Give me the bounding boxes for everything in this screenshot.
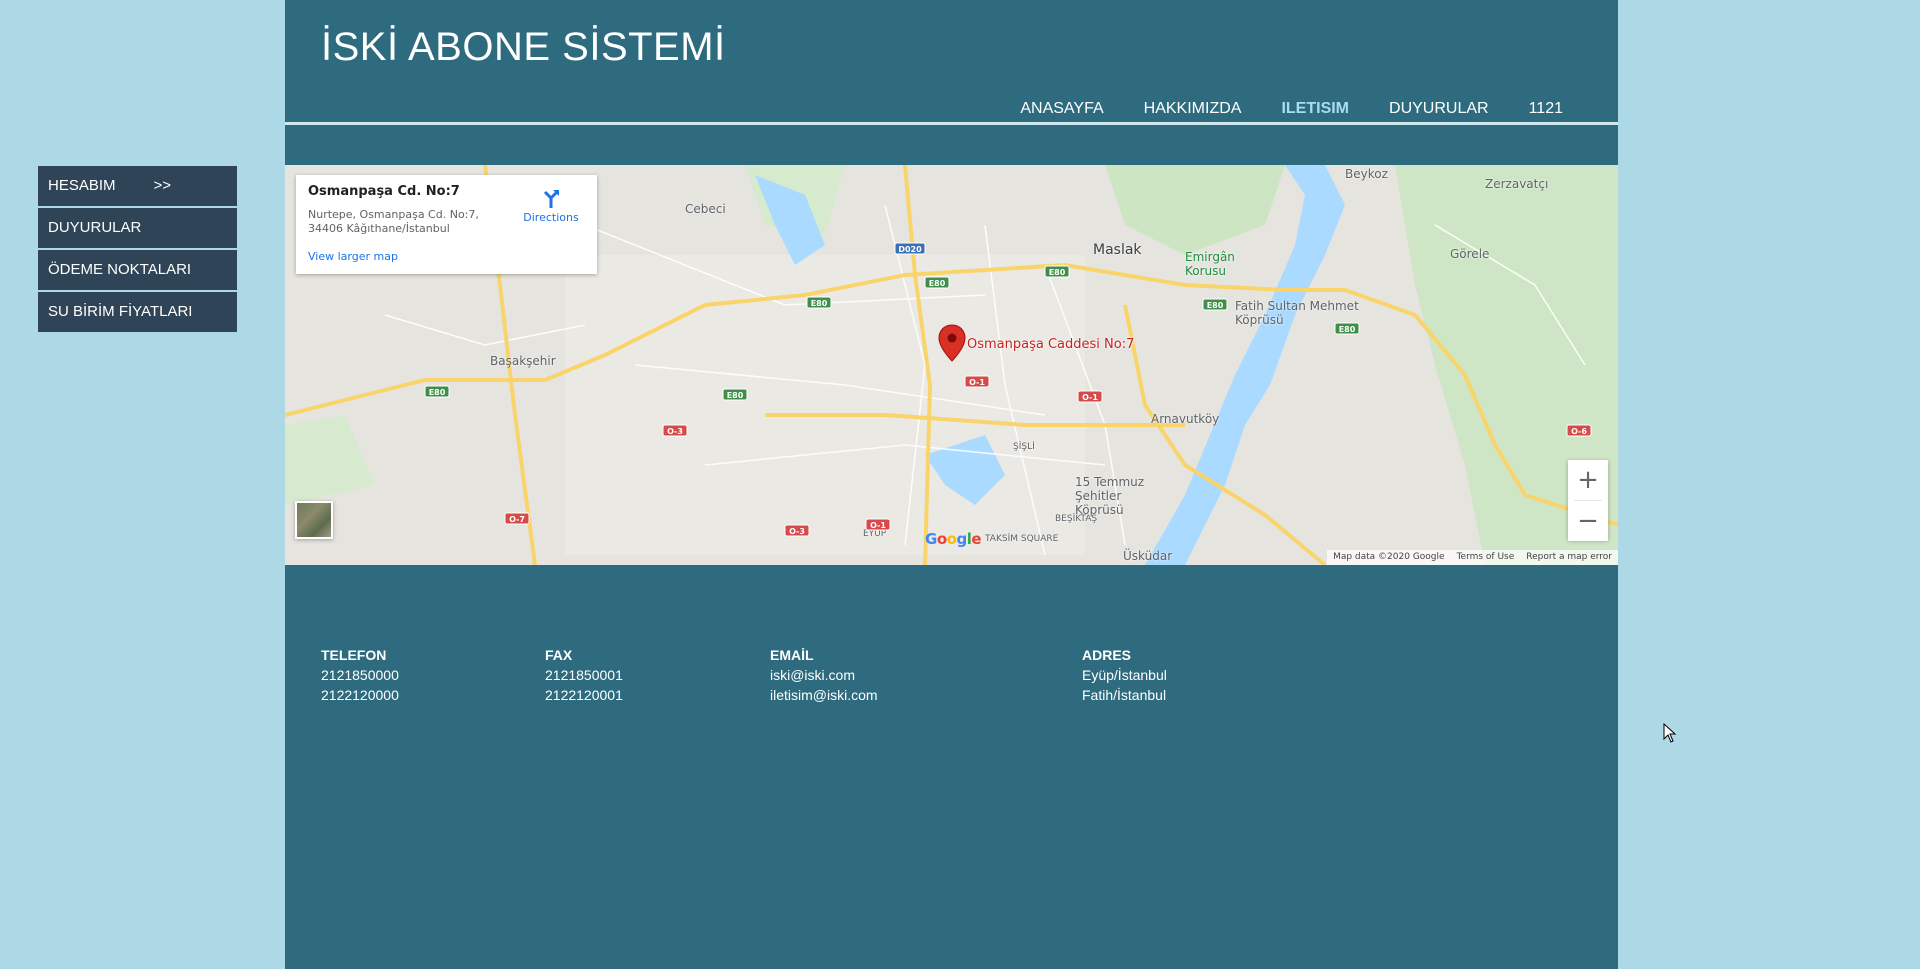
sidebar-item-hesabim[interactable]: HESABIM >> [38,166,237,206]
pin-label: Osmanpaşa Caddesi No:7 [967,337,1135,352]
address-line: 34406 Kâğıthane/İstanbul [308,222,450,235]
phone-number: 2121850000 [321,667,399,683]
report-map-error-link[interactable]: Report a map error [1526,551,1612,565]
map-place-label: Zerzavatçı [1485,177,1549,191]
nav-hakkimizda[interactable]: HAKKIMIZDA [1144,100,1242,118]
map-data-credit: Map data ©2020 Google [1333,552,1445,562]
email-address: iski@iski.com [770,667,855,683]
phone-number: 2122120000 [321,687,399,703]
nav-duyurular[interactable]: DUYURULAR [1389,100,1489,118]
contact-telefon: TELEFON 2121850000 2122120000 [321,645,399,705]
map-place-label: Başakşehir [490,354,556,368]
sidebar-item-label: ÖDEME NOKTALARI [48,261,192,278]
sidebar-item-label: DUYURULAR [48,219,142,236]
expand-arrow-icon: >> [153,177,172,194]
map-place-label: TAKSİM SQUARE [985,534,1059,544]
directions-button[interactable]: Directions [518,187,584,224]
main-content: İSKİ ABONE SİSTEMİ ANASAYFA HAKKIMIZDA I… [285,0,1618,969]
map-place-label: EYÜP [863,529,887,539]
zoom-in-button[interactable]: + [1568,460,1608,500]
nav-1121[interactable]: 1121 [1529,100,1563,118]
map-place-label: Görele [1450,247,1490,261]
map-place-label: BEŞİKTAŞ [1055,514,1098,524]
terms-of-use-link[interactable]: Terms of Use [1457,551,1515,565]
google-logo: Google [925,530,982,548]
address-line: Eyüp/İstanbul [1082,667,1167,683]
map-place-label: 15 Temmuz Şehitler Köprüsü [1075,475,1145,517]
nav-anasayfa[interactable]: ANASAYFA [1020,100,1103,118]
zoom-controls: + − [1568,460,1608,541]
sidebar-item-odeme-noktalari[interactable]: ÖDEME NOKTALARI [38,250,237,290]
email-address: iletisim@iski.com [770,687,878,703]
sidebar-item-label: HESABIM [48,177,116,194]
map-place-label: Beykoz [1345,167,1388,181]
contact-adres: ADRES Eyüp/İstanbul Fatih/İstanbul [1082,645,1167,705]
map-place-label: ŞİŞLİ [1013,442,1035,452]
map-attribution: Map data ©2020 Google Terms of Use Repor… [1327,550,1618,565]
directions-icon [543,190,559,208]
site-title: İSKİ ABONE SİSTEMİ [321,25,726,69]
address-line: Fatih/İstanbul [1082,687,1167,703]
map-place-label: Üsküdar [1123,549,1173,563]
place-address: Nurtepe, Osmanpaşa Cd. No:7, 34406 Kâğıt… [308,208,488,236]
fax-number: 2122120001 [545,687,623,703]
contact-email: EMAİL iski@iski.com iletisim@iski.com [770,645,878,705]
place-title: Osmanpaşa Cd. No:7 [308,184,460,199]
sidebar-item-su-birim-fiyatlari[interactable]: SU BİRİM FİYATLARI [38,292,237,332]
contact-heading: TELEFON [321,647,387,663]
location-pin-icon[interactable] [938,324,966,362]
directions-label: Directions [523,211,579,224]
map-place-label: Arnavutköy [1151,412,1220,426]
embedded-map[interactable]: Beykoz Zerzavatçı Cebeci Maslak Emirgân … [285,165,1618,565]
mouse-cursor-icon [1663,723,1677,743]
map-place-label: Emirgân Korusu [1185,250,1235,278]
sidebar-menu: HESABIM >> DUYURULAR ÖDEME NOKTALARI SU B… [38,166,237,334]
satellite-toggle[interactable] [295,501,333,539]
contact-heading: ADRES [1082,647,1132,663]
map-place-label: Cebeci [685,202,726,216]
sidebar-item-label: SU BİRİM FİYATLARI [48,303,193,320]
map-place-label: Fatih Sultan Mehmet Köprüsü [1235,299,1359,327]
contact-heading: FAX [545,647,573,663]
contact-heading: EMAİL [770,647,814,663]
fax-number: 2121850001 [545,667,623,683]
place-info-card: Osmanpaşa Cd. No:7 Nurtepe, Osmanpaşa Cd… [296,175,597,274]
sidebar-item-duyurular[interactable]: DUYURULAR [38,208,237,248]
view-larger-map-link[interactable]: View larger map [308,250,398,263]
top-navigation: ANASAYFA HAKKIMIZDA ILETISIM DUYURULAR 1… [1020,100,1563,118]
zoom-out-button[interactable]: − [1568,501,1608,541]
address-line: Nurtepe, Osmanpaşa Cd. No:7, [308,208,479,221]
map-place-label: Maslak [1093,242,1142,258]
contact-fax: FAX 2121850001 2122120001 [545,645,623,705]
nav-iletisim[interactable]: ILETISIM [1281,100,1349,118]
header-divider [285,122,1618,125]
